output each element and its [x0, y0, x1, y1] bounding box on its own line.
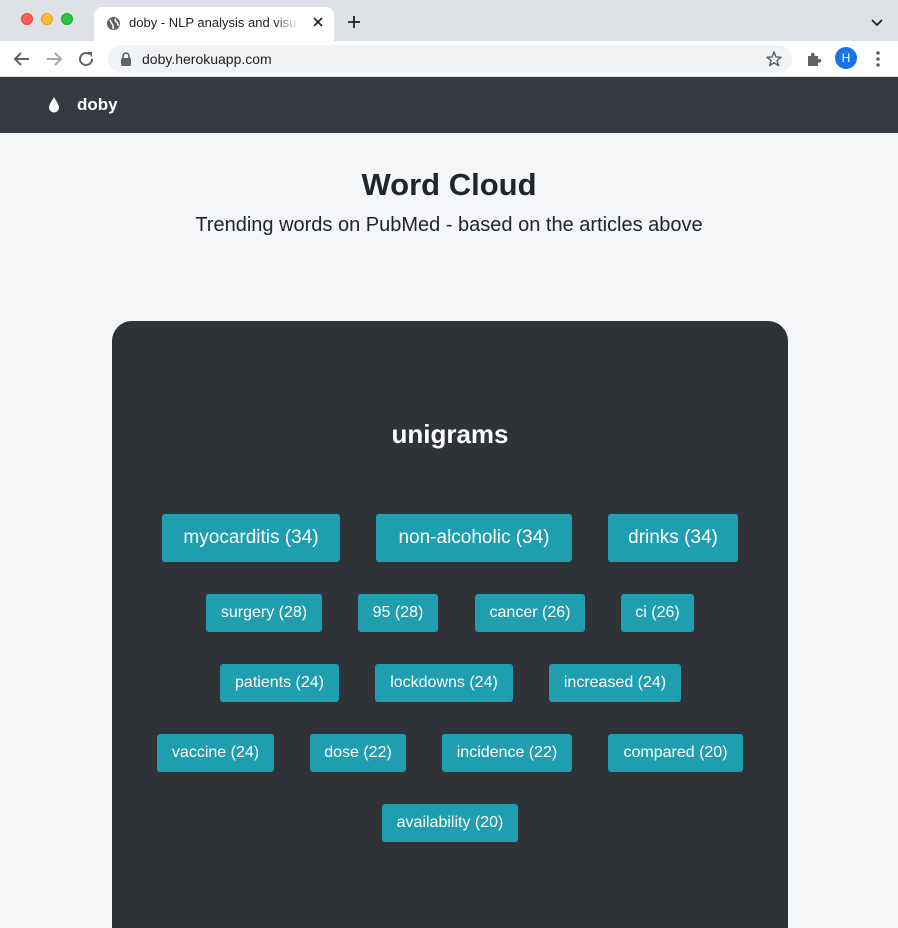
browser-tab-bar: doby - NLP analysis and visualization: [0, 0, 898, 41]
new-tab-icon[interactable]: [345, 13, 363, 31]
word-chip[interactable]: 95 (28): [358, 594, 438, 632]
forward-arrow-icon[interactable]: [44, 49, 64, 69]
word-chip[interactable]: increased (24): [549, 664, 681, 702]
address-bar[interactable]: doby.herokuapp.com: [108, 45, 792, 73]
word-cloud-card: unigrams myocarditis (34) non-alcoholic …: [112, 321, 788, 928]
page-subtitle: Trending words on PubMed - based on the …: [195, 214, 703, 236]
word-chip[interactable]: vaccine (24): [157, 734, 274, 772]
globe-icon: [106, 16, 121, 31]
word-chip[interactable]: compared (20): [608, 734, 743, 772]
url-text[interactable]: doby.herokuapp.com: [142, 51, 272, 67]
word-chip[interactable]: lockdowns (24): [375, 664, 513, 702]
lock-icon[interactable]: [120, 52, 132, 66]
word-chip[interactable]: incidence (22): [442, 734, 572, 772]
bookmark-star-icon[interactable]: [765, 50, 783, 68]
word-chip[interactable]: surgery (28): [206, 594, 322, 632]
brand-link[interactable]: doby: [77, 95, 118, 115]
browser-toolbar: doby.herokuapp.com H: [0, 41, 898, 77]
word-chip[interactable]: cancer (26): [475, 594, 585, 632]
extensions-puzzle-icon[interactable]: [805, 50, 823, 68]
more-menu-icon[interactable]: [870, 49, 886, 69]
word-chip[interactable]: non-alcoholic (34): [376, 514, 572, 562]
page-title: Word Cloud: [361, 167, 537, 202]
word-chip[interactable]: drinks (34): [608, 514, 738, 562]
tab-title: doby - NLP analysis and visualization: [129, 15, 299, 30]
close-window-button[interactable]: [21, 13, 33, 25]
word-chip[interactable]: myocarditis (34): [162, 514, 340, 562]
profile-avatar[interactable]: H: [835, 47, 857, 69]
word-chip[interactable]: dose (22): [310, 734, 406, 772]
word-chip[interactable]: ci (26): [621, 594, 694, 632]
card-title: unigrams: [391, 419, 509, 449]
back-arrow-icon[interactable]: [12, 49, 32, 69]
site-navbar: doby: [0, 77, 898, 133]
chevron-down-icon[interactable]: [869, 14, 885, 30]
browser-tab[interactable]: doby - NLP analysis and visualization: [94, 7, 334, 41]
droplet-icon: [49, 97, 59, 113]
close-tab-icon[interactable]: [310, 14, 326, 30]
minimize-window-button[interactable]: [41, 13, 53, 25]
maximize-window-button[interactable]: [61, 13, 73, 25]
word-chip[interactable]: availability (20): [382, 804, 518, 842]
reload-icon[interactable]: [76, 49, 96, 69]
word-chip[interactable]: patients (24): [220, 664, 339, 702]
